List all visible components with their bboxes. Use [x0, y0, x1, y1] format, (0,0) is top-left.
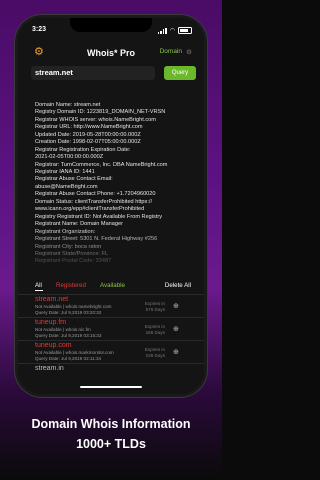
item-domain: stream.net: [35, 296, 69, 303]
item-query-date: Query Date: Jul 9,2019 02:11:34: [35, 356, 102, 361]
settings-icon[interactable]: ⚙: [186, 48, 192, 56]
item-query-date: Query Date: Jul 9,2019 03:15:33: [35, 333, 102, 338]
item-expires: Expires in 576 Days: [144, 301, 165, 312]
promo-caption-subtitle: 1000+ TLDs: [76, 437, 146, 451]
whois-line: Domain Name: stream.net: [35, 101, 101, 108]
item-registrar: Not Available | whois.nic.fm: [35, 327, 91, 332]
whois-line: Registrar URL: http://www.NameBright.com: [35, 124, 143, 131]
whois-result-text: Domain Name: stream.net Registry Domain I…: [35, 87, 195, 266]
item-registrar: Not Available | whois.markmonitor.com: [35, 350, 114, 355]
item-expires: Expires in 186 Days: [144, 324, 165, 335]
globe-icon[interactable]: ⊕: [173, 348, 179, 356]
whois-line: Registrar Abuse Contact Phone: +1.720496…: [35, 191, 156, 198]
delete-all-button[interactable]: Delete All: [165, 282, 191, 289]
list-item[interactable]: stream.net Not Available | whois.namebri…: [18, 294, 204, 317]
item-domain: tuneup.com: [35, 342, 72, 349]
promo-caption-title: Domain Whois Information: [31, 417, 191, 431]
whois-line: 2021-02-05T00:00:00.000Z: [35, 154, 104, 161]
tab-registered[interactable]: Registered: [56, 282, 86, 289]
tab-available[interactable]: Available: [100, 282, 125, 289]
filter-tabs: All Registered Available Delete All: [18, 282, 204, 292]
item-domain: stream.in: [35, 365, 64, 372]
list-item[interactable]: tuneup.fm Not Available | whois.nic.fm Q…: [18, 317, 204, 340]
app-screen: 3:23 ◠ ⚙ Whois* Pro Domain ⚙ stream.net …: [18, 18, 204, 394]
whois-line: Registrar WHOIS server: whois.NameBright…: [35, 116, 156, 123]
search-input[interactable]: stream.net: [31, 66, 155, 80]
whois-line: Domain Status: clientTransferProhibited …: [35, 198, 153, 205]
wifi-icon: ◠: [169, 28, 175, 34]
phone-frame: 3:23 ◠ ⚙ Whois* Pro Domain ⚙ stream.net …: [18, 18, 204, 394]
list-item[interactable]: stream.in: [18, 363, 204, 386]
globe-icon[interactable]: ⊕: [173, 302, 179, 310]
home-indicator[interactable]: [80, 385, 142, 388]
whois-line: Registrar: TurnCommerce, Inc. DBA NameBr…: [35, 161, 168, 168]
whois-line: Creation Date: 1998-02-07T05:00:00.000Z: [35, 139, 141, 146]
whois-line: Registry Registrant ID: Not Available Fr…: [35, 213, 163, 220]
query-button[interactable]: Query: [164, 66, 196, 80]
item-query-date: Query Date: Jul 9,2019 03:20:32: [35, 310, 102, 315]
whois-line: Registrar Abuse Contact Email:: [35, 176, 113, 183]
nav-bar: ⚙ Whois* Pro Domain ⚙: [18, 45, 204, 63]
globe-icon[interactable]: ⊕: [173, 325, 179, 333]
whois-line: Updated Date: 2019-05-28T00:00:00.000Z: [35, 131, 141, 138]
phone-notch: [70, 18, 152, 32]
list-item[interactable]: tuneup.com Not Available | whois.markmon…: [18, 340, 204, 363]
status-icons: ◠: [157, 27, 192, 34]
item-registrar: Not Available | whois.namebright.com: [35, 304, 112, 309]
fade-overlay: [35, 226, 195, 266]
domain-mode-button[interactable]: Domain: [160, 48, 182, 55]
item-expires: Expires in 239 Days: [144, 347, 165, 358]
tab-all[interactable]: All: [35, 282, 43, 291]
whois-line: Registry Domain ID: 1223819_DOMAIN_NET-V…: [35, 109, 166, 116]
status-time: 3:23: [32, 26, 47, 33]
whois-line: abuse@NameBright.com: [35, 183, 98, 190]
history-list: stream.net Not Available | whois.namebri…: [18, 294, 204, 386]
signal-icon: [157, 27, 167, 34]
whois-line: Registrar Registration Expiration Date:: [35, 146, 131, 153]
battery-icon: [178, 27, 192, 34]
whois-line: www.icann.org/epp#clientTransferProhibit…: [35, 206, 145, 213]
item-domain: tuneup.fm: [35, 319, 67, 326]
whois-line: Registrar IANA ID: 1441: [35, 168, 95, 175]
